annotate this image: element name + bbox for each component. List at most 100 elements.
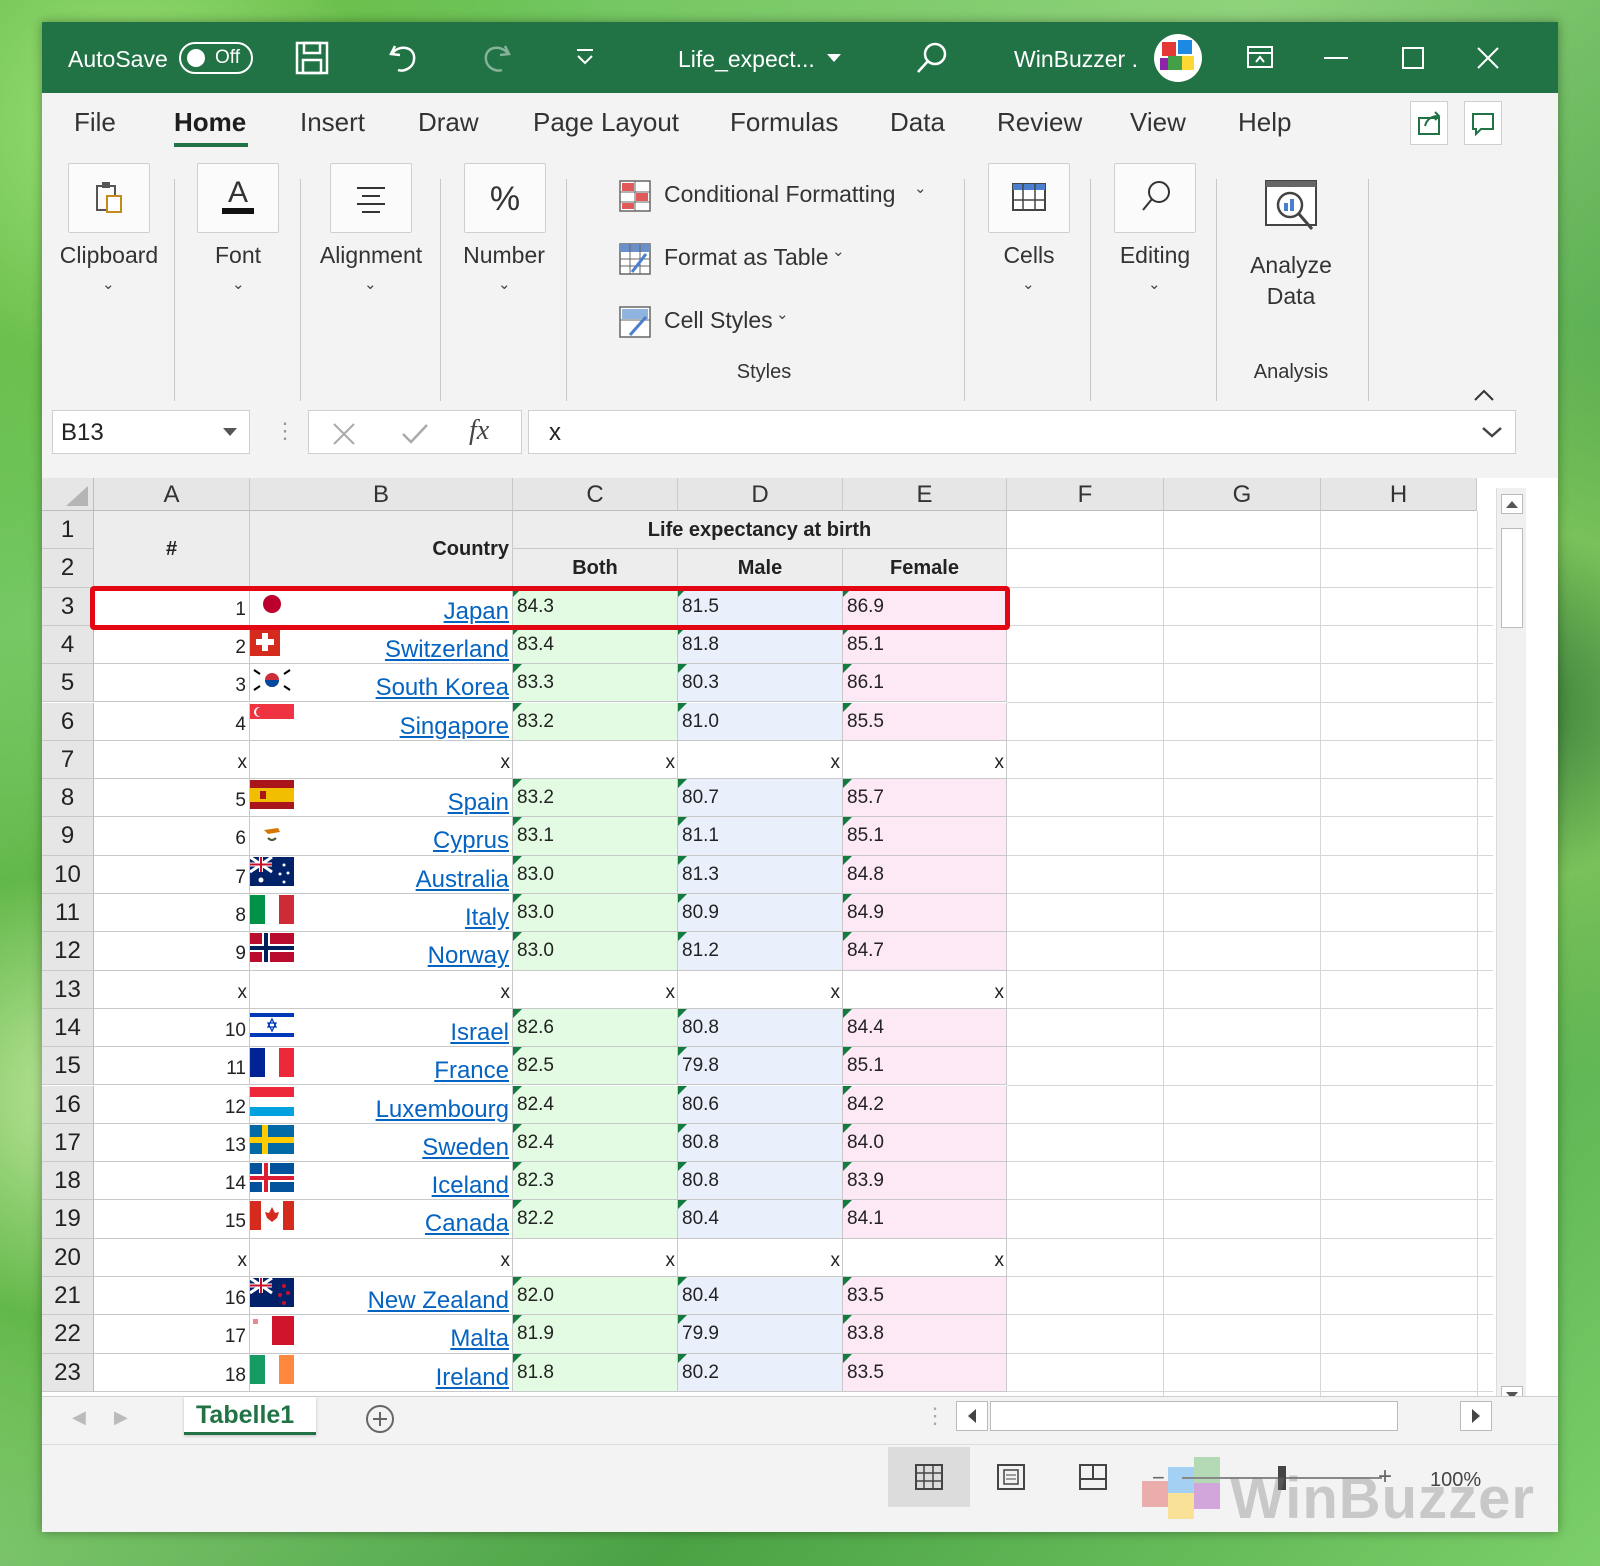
chevron-down-icon[interactable]: ⌄ xyxy=(364,275,377,293)
column-header-b[interactable]: B xyxy=(250,478,513,511)
chevron-down-icon[interactable]: ⌄ xyxy=(498,275,511,293)
horizontal-scroll-thumb[interactable] xyxy=(990,1401,1398,1431)
both-cell[interactable]: 83.2 xyxy=(513,779,678,818)
female-cell[interactable]: 85.7 xyxy=(843,779,1007,818)
separator-cell[interactable]: x xyxy=(843,970,1007,1009)
male-cell[interactable]: 81.1 xyxy=(678,817,843,856)
font-button[interactable]: A xyxy=(197,163,279,233)
female-cell[interactable]: 83.5 xyxy=(843,1353,1007,1392)
male-cell[interactable]: 80.8 xyxy=(678,1008,843,1048)
both-cell[interactable]: 82.5 xyxy=(513,1047,678,1086)
country-link[interactable]: Japan xyxy=(250,587,513,626)
female-cell[interactable]: 84.7 xyxy=(843,932,1007,971)
female-cell[interactable]: 83.5 xyxy=(843,1277,1007,1316)
separator-cell[interactable]: x xyxy=(513,740,678,780)
male-cell[interactable]: 80.4 xyxy=(678,1277,843,1316)
row-header-3[interactable]: 3 xyxy=(42,587,94,626)
name-box[interactable]: B13 xyxy=(52,410,250,454)
column-header-g[interactable]: G xyxy=(1164,478,1321,511)
tab-page-layout[interactable]: Page Layout xyxy=(533,107,679,138)
male-cell[interactable]: 81.2 xyxy=(678,932,843,971)
separator-cell[interactable]: x xyxy=(94,970,250,1009)
both-cell[interactable]: 82.4 xyxy=(513,1085,678,1124)
worksheet-grid[interactable]: ABCDEFGH 1 2 3 4 5 6 7 8 9 10 11 12 13 14 15 16 17 18 19 20… xyxy=(42,478,1558,1418)
row-header-16[interactable]: 16 xyxy=(42,1085,94,1124)
insert-function-button[interactable]: fx xyxy=(469,415,489,447)
separator-cell[interactable]: x xyxy=(513,970,678,1009)
row-header-20[interactable]: 20 xyxy=(42,1238,94,1277)
rank-cell[interactable]: 1 xyxy=(94,587,250,626)
column-header-f[interactable]: F xyxy=(1007,478,1164,511)
both-cell[interactable]: 82.3 xyxy=(513,1162,678,1201)
rank-cell[interactable]: 6 xyxy=(94,817,250,856)
rank-cell[interactable]: 2 xyxy=(94,625,250,665)
row-header-9[interactable]: 9 xyxy=(42,817,94,856)
tab-help[interactable]: Help xyxy=(1238,107,1291,138)
normal-view-button[interactable] xyxy=(888,1447,970,1507)
both-cell[interactable]: 83.0 xyxy=(513,855,678,894)
maximize-icon[interactable] xyxy=(1402,47,1424,69)
rank-cell[interactable]: 18 xyxy=(94,1353,250,1392)
scroll-up-button[interactable] xyxy=(1501,494,1523,514)
scroll-right-button[interactable] xyxy=(1460,1401,1492,1431)
both-cell[interactable]: 82.0 xyxy=(513,1277,678,1316)
country-link[interactable]: New Zealand xyxy=(250,1277,513,1316)
number-button[interactable]: % xyxy=(464,163,546,233)
avatar[interactable] xyxy=(1154,34,1202,82)
rank-cell[interactable]: 14 xyxy=(94,1162,250,1201)
file-name[interactable]: Life_expect... xyxy=(678,46,815,73)
both-cell[interactable]: 83.0 xyxy=(513,894,678,933)
separator-cell[interactable]: x xyxy=(678,740,843,780)
analyze-data-button[interactable] xyxy=(1260,175,1322,237)
expand-formula-bar-icon[interactable] xyxy=(1481,425,1503,439)
separator-cell[interactable]: x xyxy=(513,1238,678,1277)
male-cell[interactable]: 81.5 xyxy=(678,587,843,626)
row-header-4[interactable]: 4 xyxy=(42,625,94,665)
separator-cell[interactable]: x xyxy=(678,1238,843,1277)
save-icon[interactable] xyxy=(294,40,330,76)
both-cell[interactable]: 83.3 xyxy=(513,664,678,703)
column-header-a[interactable]: A xyxy=(94,478,250,511)
male-cell[interactable]: 80.4 xyxy=(678,1200,843,1239)
separator-cell[interactable]: x xyxy=(843,1238,1007,1277)
rank-cell[interactable]: 11 xyxy=(94,1047,250,1086)
country-link[interactable]: Italy xyxy=(250,894,513,933)
select-all-corner[interactable] xyxy=(42,478,94,511)
both-cell[interactable]: 82.6 xyxy=(513,1008,678,1048)
both-cell[interactable]: 81.9 xyxy=(513,1315,678,1354)
row-header-11[interactable]: 11 xyxy=(42,894,94,933)
row-header-18[interactable]: 18 xyxy=(42,1162,94,1201)
row-header-15[interactable]: 15 xyxy=(42,1047,94,1086)
rank-cell[interactable]: 17 xyxy=(94,1315,250,1354)
scroll-left-button[interactable] xyxy=(956,1401,988,1431)
separator-cell[interactable]: x xyxy=(250,970,513,1009)
country-link[interactable]: South Korea xyxy=(250,664,513,703)
cell-styles-button[interactable]: Cell Styles ⌄ xyxy=(618,303,838,343)
female-cell[interactable]: 85.5 xyxy=(843,702,1007,741)
male-cell[interactable]: 81.0 xyxy=(678,702,843,741)
both-cell[interactable]: 82.4 xyxy=(513,1123,678,1163)
rank-cell[interactable]: 3 xyxy=(94,664,250,703)
row-header-2[interactable]: 2 xyxy=(42,549,94,588)
row-header-22[interactable]: 22 xyxy=(42,1315,94,1354)
user-name[interactable]: WinBuzzer . xyxy=(1014,46,1138,73)
chevron-down-icon[interactable]: ⌄ xyxy=(102,275,115,293)
row-header-7[interactable]: 7 xyxy=(42,740,94,780)
rank-cell[interactable]: 15 xyxy=(94,1200,250,1239)
separator-cell[interactable]: x xyxy=(678,970,843,1009)
female-cell[interactable]: 85.1 xyxy=(843,1047,1007,1086)
country-link[interactable]: Cyprus xyxy=(250,817,513,856)
separator-cell[interactable]: x xyxy=(843,740,1007,780)
female-cell[interactable]: 86.1 xyxy=(843,664,1007,703)
vertical-scroll-thumb[interactable] xyxy=(1501,528,1523,628)
clipboard-button[interactable] xyxy=(68,163,150,233)
country-link[interactable]: France xyxy=(250,1047,513,1086)
row-header-6[interactable]: 6 xyxy=(42,702,94,741)
female-cell[interactable]: 84.0 xyxy=(843,1123,1007,1163)
country-link[interactable]: Iceland xyxy=(250,1162,513,1201)
row-header-12[interactable]: 12 xyxy=(42,932,94,971)
rank-cell[interactable]: 13 xyxy=(94,1123,250,1163)
separator-cell[interactable]: x xyxy=(250,740,513,780)
male-cell[interactable]: 80.3 xyxy=(678,664,843,703)
column-header-c[interactable]: C xyxy=(513,478,678,511)
